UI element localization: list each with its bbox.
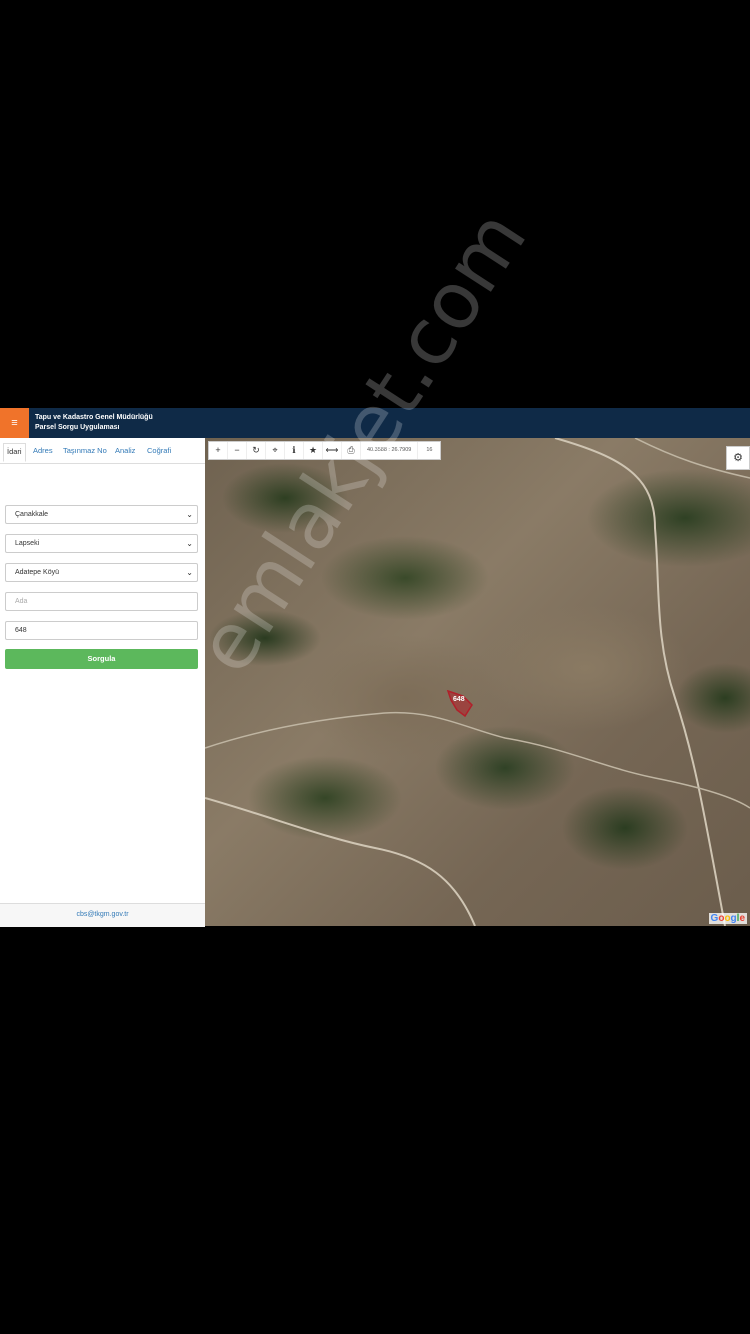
- settings-button[interactable]: ⚙: [726, 446, 750, 470]
- app-title: Tapu ve Kadastro Genel Müdürlüğü: [35, 414, 153, 421]
- village-select[interactable]: Adatepe Köyü ⌄: [5, 563, 198, 582]
- tab-idari[interactable]: İdari: [3, 443, 26, 462]
- tab-adres[interactable]: Adres: [30, 443, 56, 462]
- ada-placeholder: Ada: [15, 598, 28, 605]
- tab-cografi[interactable]: Coğrafi: [144, 443, 174, 462]
- chevron-down-icon: ⌄: [186, 539, 193, 548]
- tab-bar: İdari Adres Taşınmaz No Analiz Coğrafi: [0, 438, 205, 464]
- district-value: Lapseki: [15, 540, 40, 547]
- sidebar-footer: cbs@tkgm.gov.tr: [0, 903, 205, 927]
- chevron-down-icon: ⌄: [186, 568, 193, 577]
- parsel-input[interactable]: 648: [5, 621, 198, 640]
- query-button[interactable]: Sorgula: [5, 649, 198, 669]
- chevron-down-icon: ⌄: [186, 510, 193, 519]
- ada-input[interactable]: Ada: [5, 592, 198, 611]
- village-value: Adatepe Köyü: [15, 569, 59, 576]
- crosshair-icon[interactable]: ⌖: [266, 442, 285, 459]
- province-select[interactable]: Çanakkale ⌄: [5, 505, 198, 524]
- contact-email-link[interactable]: cbs@tkgm.gov.tr: [76, 911, 128, 918]
- plus-icon[interactable]: +: [209, 442, 228, 459]
- tab-analiz[interactable]: Analiz: [112, 443, 138, 462]
- gear-icon: ⚙: [733, 452, 743, 464]
- parcel-outline[interactable]: [445, 688, 475, 718]
- sidebar: İdari Adres Taşınmaz No Analiz Coğrafi Ç…: [0, 438, 206, 927]
- zoom-level: 16: [426, 447, 433, 453]
- parcel-label: 648: [453, 696, 465, 703]
- parsel-value: 648: [15, 627, 27, 634]
- minus-icon[interactable]: −: [228, 442, 247, 459]
- district-select[interactable]: Lapseki ⌄: [5, 534, 198, 553]
- province-value: Çanakkale: [15, 511, 49, 518]
- google-logo: Google: [708, 913, 747, 924]
- refresh-icon[interactable]: ↻: [247, 442, 266, 459]
- app-subtitle: Parsel Sorgu Uygulaması: [35, 424, 120, 431]
- menu-button[interactable]: ≡: [0, 408, 29, 438]
- tab-tasinmaz-no[interactable]: Taşınmaz No: [60, 443, 110, 462]
- list-icon: ≡: [11, 417, 18, 429]
